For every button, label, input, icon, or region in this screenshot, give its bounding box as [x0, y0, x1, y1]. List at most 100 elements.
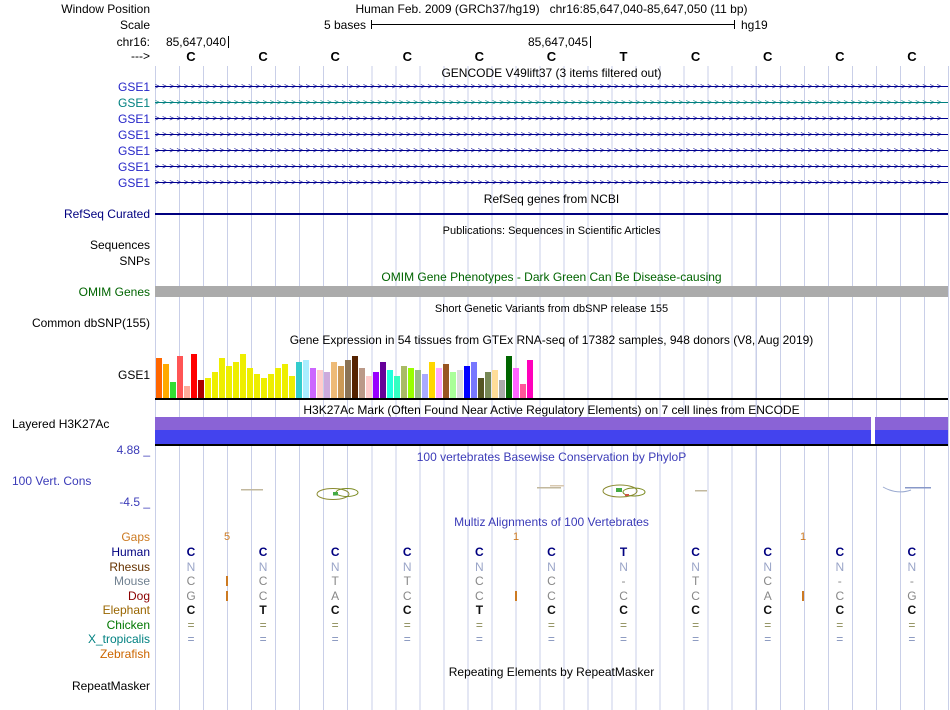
- gtex-tissue-bar[interactable]: [177, 356, 183, 398]
- align-row-rhesus[interactable]: NNNNNNNNNNN: [155, 560, 948, 574]
- gencode-transcript-row[interactable]: >>>>>>>>>>>>>>>>>>>>>>>>>>>>>>>>>>>>>>>>…: [155, 160, 948, 172]
- multiz-gaps-row[interactable]: Gaps 5 1 1: [0, 530, 950, 544]
- align-row-dog[interactable]: GCACCCCCACG: [155, 589, 948, 603]
- gencode-transcript-row[interactable]: >>>>>>>>>>>>>>>>>>>>>>>>>>>>>>>>>>>>>>>>…: [155, 80, 948, 92]
- gtex-tissue-bar[interactable]: [275, 368, 281, 398]
- gtex-tissue-bar[interactable]: [338, 366, 344, 398]
- gtex-tissue-bar[interactable]: [198, 380, 204, 398]
- gtex-tissue-bar[interactable]: [408, 368, 414, 398]
- gtex-tissue-bar[interactable]: [513, 368, 519, 398]
- refseq-gene-bar[interactable]: [155, 213, 948, 215]
- publications-snps-label[interactable]: SNPs: [0, 254, 150, 268]
- species-label-human[interactable]: Human: [0, 545, 150, 559]
- gencode-item-label[interactable]: GSE1: [0, 80, 150, 94]
- species-label-rhesus[interactable]: Rhesus: [0, 560, 150, 574]
- repeatmasker-label[interactable]: RepeatMasker: [0, 679, 150, 693]
- gencode-transcript-row[interactable]: >>>>>>>>>>>>>>>>>>>>>>>>>>>>>>>>>>>>>>>>…: [155, 176, 948, 188]
- align-row-chicken[interactable]: = = = = = = = = = = =: [155, 618, 948, 632]
- gencode-item-label[interactable]: GSE1: [0, 112, 150, 126]
- refseq-curated-label[interactable]: RefSeq Curated: [0, 207, 150, 221]
- gtex-tissue-bar[interactable]: [205, 378, 211, 398]
- gtex-tissue-bar[interactable]: [450, 372, 456, 398]
- gtex-tissue-bar[interactable]: [478, 378, 484, 398]
- gtex-tissue-bar[interactable]: [226, 366, 232, 398]
- gtex-tissue-bar[interactable]: [212, 372, 218, 398]
- gencode-transcript-row[interactable]: >>>>>>>>>>>>>>>>>>>>>>>>>>>>>>>>>>>>>>>>…: [155, 144, 948, 156]
- gtex-tissue-bar[interactable]: [506, 356, 512, 398]
- gtex-tissue-bar[interactable]: [184, 386, 190, 398]
- gtex-tissue-bar[interactable]: [156, 358, 162, 398]
- gtex-tissue-bar[interactable]: [380, 362, 386, 398]
- gtex-tissue-bar[interactable]: [373, 372, 379, 398]
- gtex-tissue-bar[interactable]: [429, 362, 435, 398]
- gtex-tissue-bar[interactable]: [254, 374, 260, 398]
- align-row-human[interactable]: CCCCCCTCCCC: [155, 545, 948, 559]
- gtex-tissue-bar[interactable]: [233, 362, 239, 398]
- h3k27ac-layer-top[interactable]: [155, 417, 948, 430]
- gtex-tissue-bar[interactable]: [219, 358, 225, 398]
- gtex-tissue-bar[interactable]: [170, 382, 176, 398]
- gtex-bar-chart[interactable]: [156, 352, 534, 398]
- gtex-tissue-bar[interactable]: [310, 368, 316, 398]
- gtex-gene-label[interactable]: GSE1: [0, 368, 150, 382]
- omim-gene-bar[interactable]: [155, 286, 948, 297]
- gencode-transcript-row[interactable]: >>>>>>>>>>>>>>>>>>>>>>>>>>>>>>>>>>>>>>>>…: [155, 96, 948, 108]
- gencode-item-label[interactable]: GSE1: [0, 128, 150, 142]
- species-label-zebrafish[interactable]: Zebrafish: [0, 647, 150, 661]
- gtex-tissue-bar[interactable]: [457, 370, 463, 398]
- species-label-chicken[interactable]: Chicken: [0, 618, 150, 632]
- gtex-tissue-bar[interactable]: [282, 364, 288, 398]
- gtex-tissue-bar[interactable]: [261, 378, 267, 398]
- gtex-tissue-bar[interactable]: [303, 360, 309, 398]
- gtex-tissue-bar[interactable]: [464, 366, 470, 398]
- gtex-tissue-bar[interactable]: [471, 362, 477, 398]
- gtex-tissue-bar[interactable]: [317, 370, 323, 398]
- species-label-dog[interactable]: Dog: [0, 589, 150, 603]
- gtex-tissue-bar[interactable]: [443, 364, 449, 398]
- gtex-tissue-bar[interactable]: [331, 362, 337, 398]
- gtex-tissue-bar[interactable]: [296, 362, 302, 398]
- gtex-tissue-bar[interactable]: [240, 354, 246, 398]
- h3k27ac-layer-bottom[interactable]: [155, 430, 948, 444]
- gtex-tissue-bar[interactable]: [436, 368, 442, 398]
- gtex-tissue-bar[interactable]: [415, 370, 421, 398]
- publications-sequences-label[interactable]: Sequences: [0, 238, 150, 252]
- layered-h3k27ac-label[interactable]: Layered H3K27Ac: [0, 417, 162, 431]
- gencode-transcript-row[interactable]: >>>>>>>>>>>>>>>>>>>>>>>>>>>>>>>>>>>>>>>>…: [155, 128, 948, 140]
- gtex-tissue-bar[interactable]: [268, 374, 274, 398]
- species-label-x-tropicalis[interactable]: X_tropicalis: [0, 632, 150, 646]
- gtex-tissue-bar[interactable]: [366, 376, 372, 398]
- gtex-tissue-bar[interactable]: [492, 370, 498, 398]
- vert-cons-label[interactable]: 100 Vert. Cons: [0, 474, 162, 488]
- align-row-elephant[interactable]: CTCCTCCCCCC: [155, 603, 948, 617]
- common-dbsnp-label[interactable]: Common dbSNP(155): [0, 316, 150, 330]
- gtex-tissue-bar[interactable]: [163, 364, 169, 398]
- gencode-item-label[interactable]: GSE1: [0, 176, 150, 190]
- ruler-base-sequence[interactable]: CCCCCCTCCCC: [155, 49, 948, 64]
- gtex-tissue-bar[interactable]: [352, 356, 358, 398]
- gtex-tissue-bar[interactable]: [359, 368, 365, 398]
- omim-genes-label[interactable]: OMIM Genes: [0, 285, 150, 299]
- gtex-tissue-bar[interactable]: [499, 380, 505, 398]
- align-row-zebrafish[interactable]: [155, 647, 948, 661]
- gtex-tissue-bar[interactable]: [422, 374, 428, 398]
- gtex-tissue-bar[interactable]: [520, 384, 526, 398]
- gtex-tissue-bar[interactable]: [485, 372, 491, 398]
- species-label-mouse[interactable]: Mouse: [0, 574, 150, 588]
- gtex-tissue-bar[interactable]: [387, 370, 393, 398]
- gtex-tissue-bar[interactable]: [324, 372, 330, 398]
- gtex-tissue-bar[interactable]: [527, 360, 533, 398]
- gtex-tissue-bar[interactable]: [345, 360, 351, 398]
- species-label-elephant[interactable]: Elephant: [0, 603, 150, 617]
- gtex-tissue-bar[interactable]: [394, 376, 400, 398]
- align-row-mouse[interactable]: CCTTCC-TC--: [155, 574, 948, 588]
- gencode-item-label[interactable]: GSE1: [0, 144, 150, 158]
- align-row-x-tropicalis[interactable]: = = = = = = = = = = =: [155, 632, 948, 646]
- gencode-transcript-row[interactable]: >>>>>>>>>>>>>>>>>>>>>>>>>>>>>>>>>>>>>>>>…: [155, 112, 948, 124]
- gtex-tissue-bar[interactable]: [247, 368, 253, 398]
- gencode-item-label[interactable]: GSE1: [0, 96, 150, 110]
- gtex-tissue-bar[interactable]: [401, 366, 407, 398]
- gencode-item-label[interactable]: GSE1: [0, 160, 150, 174]
- gtex-tissue-bar[interactable]: [289, 376, 295, 398]
- gtex-tissue-bar[interactable]: [191, 354, 197, 398]
